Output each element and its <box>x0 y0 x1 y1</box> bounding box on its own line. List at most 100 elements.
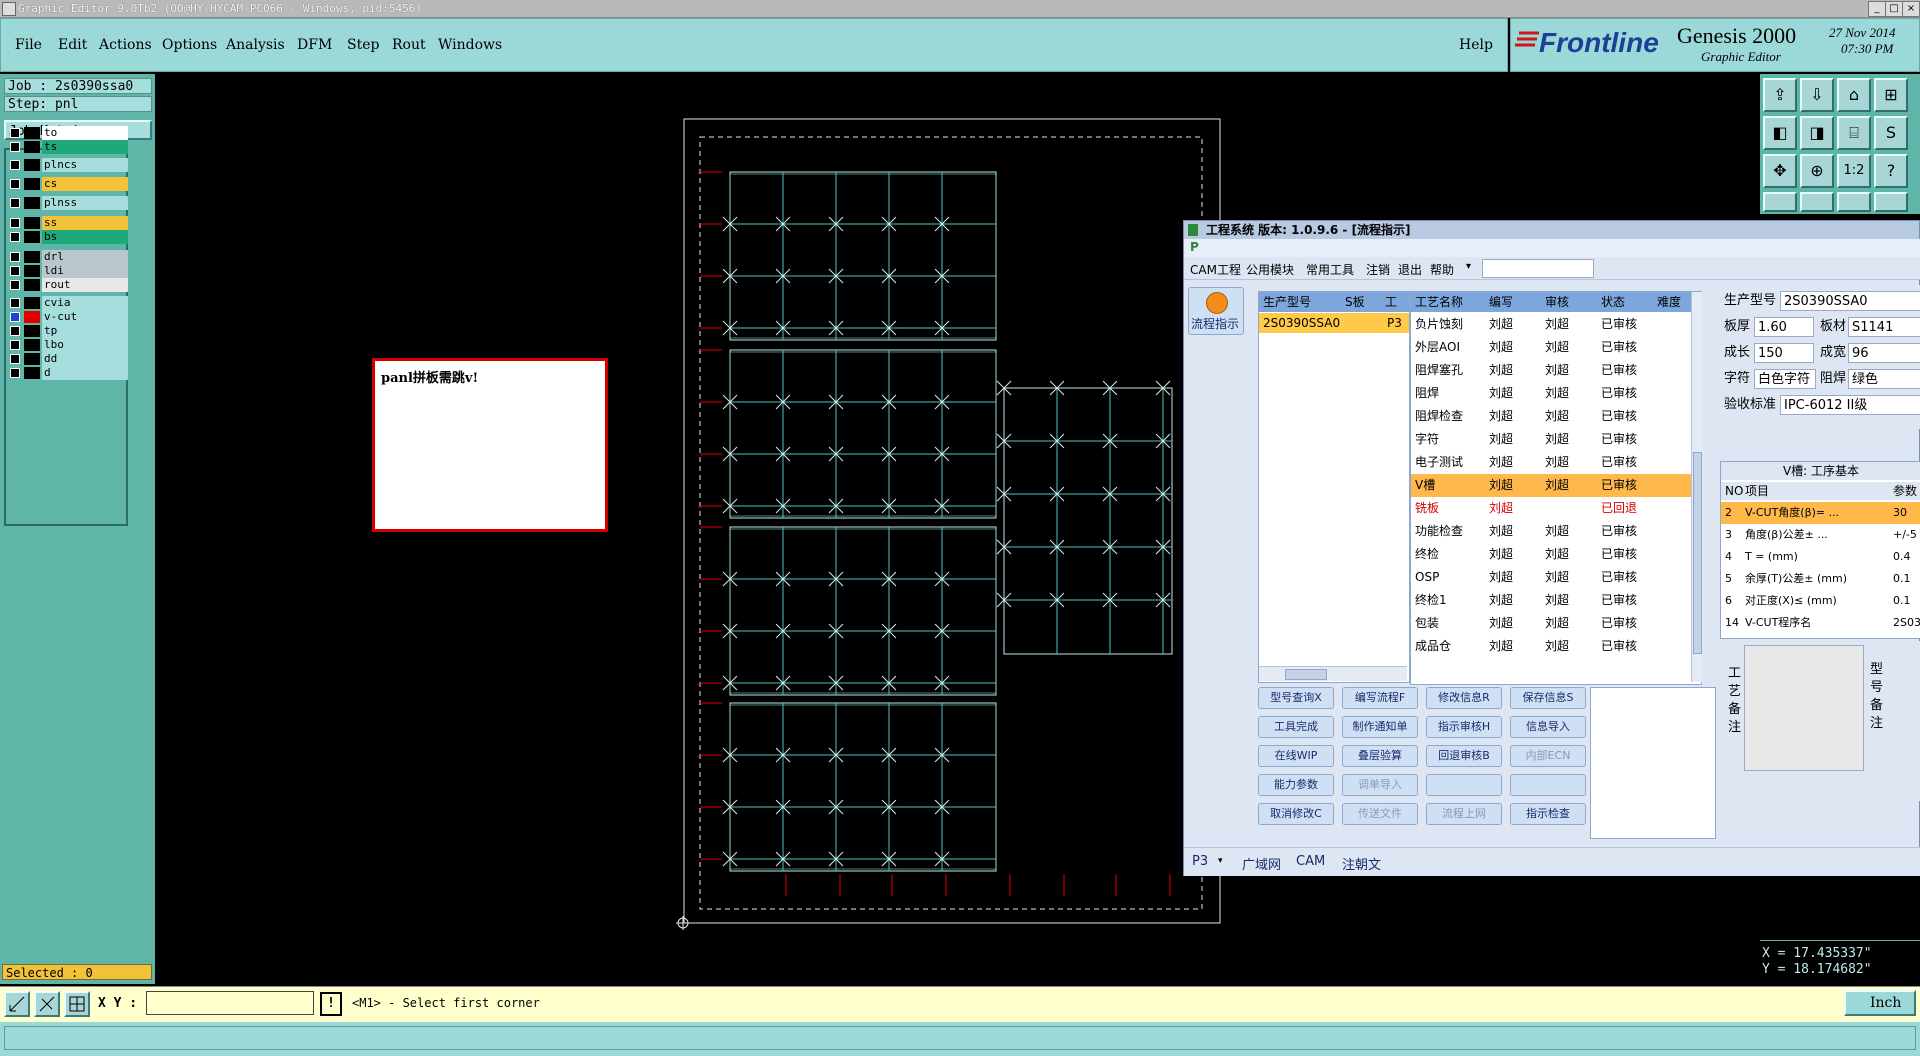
center-icon[interactable]: ⊕ <box>1800 154 1834 188</box>
process-header-name[interactable]: 工艺名称 <box>1415 292 1463 312</box>
flow-indicator-button[interactable]: 流程指示 <box>1188 287 1244 335</box>
process-row[interactable]: 终检1 刘超 刘超 已审核 <box>1411 589 1691 612</box>
menu-help[interactable]: Help <box>1459 37 1493 53</box>
thickness-field[interactable]: 1.60 <box>1754 317 1814 337</box>
cam-menu-exit[interactable]: 退出 <box>1398 261 1422 278</box>
process-row[interactable]: 阻焊 刘超 刘超 已审核 <box>1411 382 1691 405</box>
layer-checkbox[interactable] <box>10 198 20 208</box>
cam-action-button[interactable]: 取消修改C <box>1258 803 1334 825</box>
layer-row[interactable]: d <box>6 366 128 380</box>
process-row[interactable]: 阻焊检查 刘超 刘超 已审核 <box>1411 405 1691 428</box>
process-row[interactable]: 包装 刘超 刘超 已审核 <box>1411 612 1691 635</box>
layer-checkbox[interactable] <box>10 312 20 322</box>
redraw-icon[interactable]: S <box>1874 116 1908 150</box>
process-row[interactable]: OSP 刘超 刘超 已审核 <box>1411 566 1691 589</box>
layer-row[interactable]: bs <box>6 230 128 244</box>
layer-toggle-icon[interactable] <box>1837 192 1871 212</box>
save-icon[interactable]: ⇩ <box>1800 78 1834 112</box>
cam-action-button[interactable]: 编写流程F <box>1342 687 1418 709</box>
params-row[interactable]: 5 余厚(T)公差± (mm) 0.1 <box>1721 568 1920 590</box>
process-row[interactable]: 电子测试 刘超 刘超 已审核 <box>1411 451 1691 474</box>
process-row[interactable]: 功能检查 刘超 刘超 已审核 <box>1411 520 1691 543</box>
menu-windows[interactable]: Windows <box>438 37 502 53</box>
layer-row[interactable]: ts <box>6 140 128 154</box>
standard-field[interactable]: IPC-6012 II级 <box>1780 395 1920 415</box>
menu-file[interactable]: File <box>15 37 42 53</box>
status-chevron-down-icon[interactable]: ▾ <box>1218 856 1223 866</box>
grid-icon[interactable]: ⊞ <box>1874 78 1908 112</box>
cam-action-button[interactable] <box>1426 774 1502 796</box>
cam-action-button[interactable]: 指示检查 <box>1510 803 1586 825</box>
units-selector[interactable]: Inch <box>1844 990 1916 1016</box>
status-tab-cam[interactable]: CAM <box>1296 854 1325 869</box>
material-field[interactable]: S1141 <box>1848 317 1920 337</box>
cam-system-window[interactable]: 工程系统 版本: 1.0.9.6 - [流程指示] P CAM工程 公用模块 常… <box>1183 220 1920 876</box>
length-field[interactable]: 150 <box>1754 343 1814 363</box>
params-header-item[interactable]: 项目 <box>1745 482 1769 500</box>
cam-menu-cam[interactable]: CAM工程 <box>1190 261 1241 278</box>
params-header-value[interactable]: 参数 <box>1893 482 1917 500</box>
scale-1-2-icon[interactable]: 1:2 <box>1837 154 1871 188</box>
layer-row[interactable]: ldi <box>6 264 128 278</box>
layer-row[interactable]: v-cut <box>6 310 128 324</box>
params-row[interactable]: 2 V-CUT角度(β)= ... 30 <box>1721 502 1920 524</box>
cam-menu-public[interactable]: 公用模块 <box>1246 261 1294 278</box>
cam-action-button[interactable]: 修改信息R <box>1426 687 1502 709</box>
process-note-box[interactable] <box>1744 645 1864 771</box>
mask-field[interactable]: 绿色 <box>1848 369 1920 389</box>
layer-checkbox[interactable] <box>10 232 20 242</box>
menu-actions[interactable]: Actions <box>99 37 152 53</box>
close-button[interactable]: × <box>1902 1 1920 17</box>
cam-action-button[interactable]: 内部ECN <box>1510 745 1586 767</box>
select-mode-icon[interactable] <box>4 991 30 1017</box>
layer-checkbox[interactable] <box>10 280 20 290</box>
layer-row[interactable]: drl <box>6 250 128 264</box>
color-toggle-icon[interactable] <box>1874 192 1908 212</box>
menu-options[interactable]: Options <box>162 37 217 53</box>
cam-action-button[interactable]: 传送文件 <box>1342 803 1418 825</box>
layer-checkbox[interactable] <box>10 179 20 189</box>
menu-analysis[interactable]: Analysis <box>226 37 285 53</box>
minimize-button[interactable]: _ <box>1868 1 1886 17</box>
cam-menu-tools[interactable]: 常用工具 <box>1306 261 1354 278</box>
layer-checkbox[interactable] <box>10 368 20 378</box>
process-header-status[interactable]: 状态 <box>1601 292 1625 312</box>
model-grid-row[interactable]: 2S0390SSA0 P3 <box>1259 313 1409 333</box>
process-grid[interactable]: 工艺名称 编写 审核 状态 难度 负片蚀刻 刘超 刘超 已审核 外层AOI 刘超 刘超 已审核… <box>1410 291 1702 685</box>
process-header-writer[interactable]: 编写 <box>1489 292 1513 312</box>
cam-toolbar-icon[interactable]: P <box>1190 240 1199 254</box>
xy-input[interactable] <box>146 991 314 1015</box>
layer-checkbox[interactable] <box>10 252 20 262</box>
pan-right-icon[interactable]: ◨ <box>1800 116 1834 150</box>
process-row[interactable]: 负片蚀刻 刘超 刘超 已审核 <box>1411 313 1691 336</box>
layer-row[interactable]: ss <box>6 216 128 230</box>
cam-action-button[interactable]: 叠层验算 <box>1342 745 1418 767</box>
cam-action-button[interactable] <box>1510 774 1586 796</box>
params-row[interactable]: 4 T = (mm) 0.4 <box>1721 546 1920 568</box>
layer-row[interactable]: to <box>6 126 128 140</box>
process-row[interactable]: 终检 刘超 刘超 已审核 <box>1411 543 1691 566</box>
maximize-button[interactable]: □ <box>1885 1 1903 17</box>
menu-rout[interactable]: Rout <box>392 37 426 53</box>
layer-row[interactable]: dd <box>6 352 128 366</box>
cam-action-button[interactable]: 回退审核B <box>1426 745 1502 767</box>
cam-action-button[interactable]: 工具完成 <box>1258 716 1334 738</box>
layer-row[interactable]: cs <box>6 177 128 191</box>
menu-dfm[interactable]: DFM <box>297 37 332 53</box>
cam-search-combo[interactable] <box>1482 259 1594 278</box>
layer-checkbox[interactable] <box>10 266 20 276</box>
cam-note-box[interactable] <box>1590 687 1716 839</box>
params-row[interactable]: 6 对正度(X)≤ (mm) 0.1 <box>1721 590 1920 612</box>
layer-checkbox[interactable] <box>10 128 20 138</box>
cam-action-button[interactable]: 制作通知单 <box>1342 716 1418 738</box>
model-field[interactable]: 2S0390SSA0 <box>1780 291 1920 311</box>
pan-left-icon[interactable]: ◧ <box>1763 116 1797 150</box>
process-header-reviewer[interactable]: 审核 <box>1545 292 1569 312</box>
zoom-window-icon[interactable]: ⌸ <box>1837 116 1871 150</box>
chevron-down-icon[interactable]: ▾ <box>1466 261 1471 272</box>
model-grid[interactable]: 生产型号 S板 工 2S0390SSA0 P3 <box>1258 291 1410 683</box>
help-icon[interactable]: ? <box>1874 154 1908 188</box>
process-row[interactable]: 外层AOI 刘超 刘超 已审核 <box>1411 336 1691 359</box>
layer-checkbox[interactable] <box>10 340 20 350</box>
layer-row[interactable]: plnss <box>6 196 128 210</box>
